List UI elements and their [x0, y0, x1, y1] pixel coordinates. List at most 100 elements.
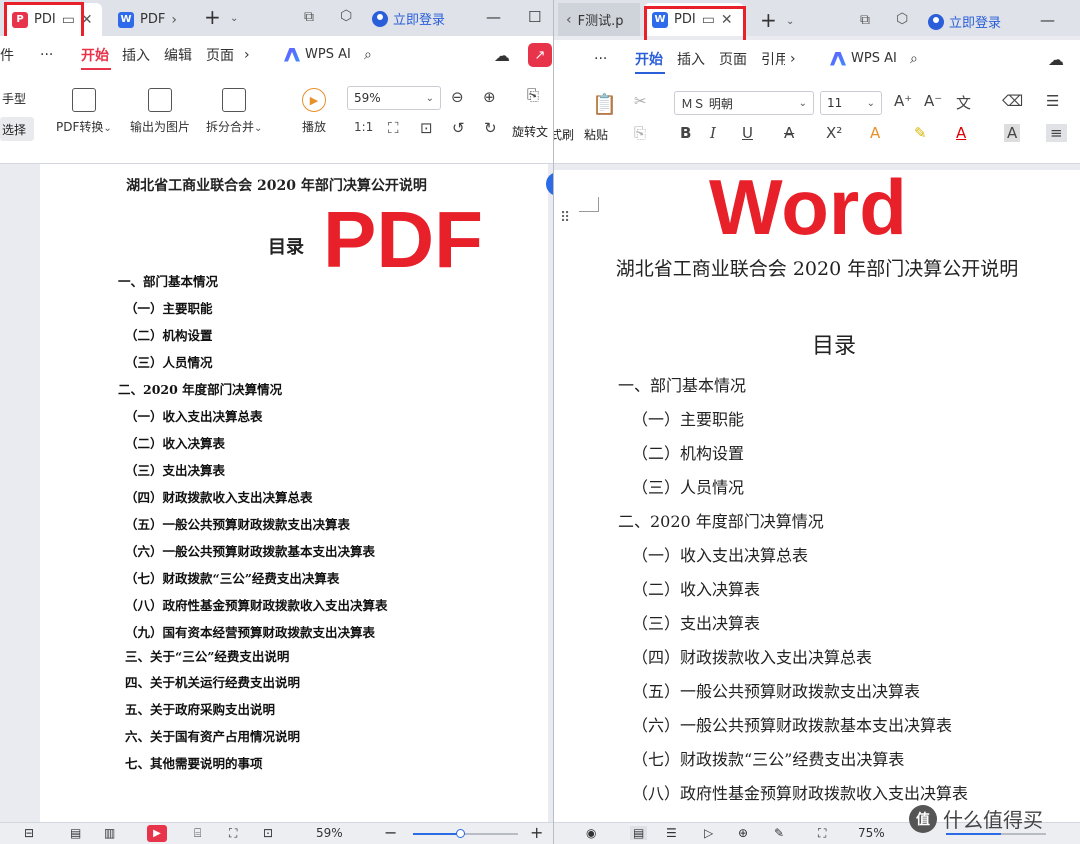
- pdf-other-tab[interactable]: W PDF ›: [110, 3, 190, 36]
- play-button[interactable]: ▶ 播放: [302, 88, 326, 135]
- slideshow-icon[interactable]: ▶: [147, 825, 167, 842]
- font-color-icon[interactable]: A: [956, 124, 966, 142]
- zoom-in-icon[interactable]: +: [530, 823, 543, 842]
- fit-icon[interactable]: ⛶: [229, 826, 237, 841]
- hand-tool-button[interactable]: 手型: [2, 90, 26, 107]
- prev-tab[interactable]: ‹ F测试.p: [558, 3, 640, 36]
- rotate-right-icon[interactable]: ↻: [484, 119, 497, 137]
- zoom-out-icon[interactable]: ⊖: [451, 88, 464, 106]
- web-view-icon[interactable]: ⊕: [738, 826, 748, 840]
- crop-icon[interactable]: ⊡: [263, 826, 273, 840]
- italic-icon[interactable]: I: [710, 124, 716, 142]
- fit-icon[interactable]: ⛶: [818, 826, 826, 841]
- new-tab-icon[interactable]: +: [760, 8, 777, 32]
- paste-button[interactable]: 粘贴: [584, 126, 608, 143]
- fit-page-icon[interactable]: ⛶: [388, 119, 399, 137]
- search-icon[interactable]: ⌕: [910, 51, 918, 67]
- single-page-icon[interactable]: ▤: [70, 826, 81, 840]
- pdf-convert-button[interactable]: PDF转换⌄: [56, 88, 112, 135]
- menu-insert[interactable]: 插入: [677, 49, 705, 69]
- bold-icon[interactable]: B: [680, 124, 691, 142]
- page-layout-icon[interactable]: ⊟: [24, 826, 34, 840]
- cloud-upload-icon[interactable]: ☁: [1048, 50, 1064, 69]
- menu-start[interactable]: 开始: [81, 45, 109, 65]
- strikethrough-icon[interactable]: A: [784, 124, 794, 142]
- toc-item: （六）一般公共预算财政拨款基本支出决算表: [125, 544, 376, 559]
- phonetic-icon[interactable]: 文: [956, 92, 971, 113]
- pen-icon[interactable]: ✎: [774, 826, 784, 840]
- menu-insert[interactable]: 插入: [122, 45, 150, 65]
- menu-more[interactable]: ···: [40, 47, 53, 63]
- font-family-select[interactable]: ＭＳ 明朝 ⌄: [674, 91, 814, 115]
- cube-icon[interactable]: ⬡: [896, 11, 908, 27]
- wps-ai-button[interactable]: WPS AI: [284, 47, 351, 62]
- window-mode-icon[interactable]: ⧉: [304, 9, 314, 25]
- menu-page[interactable]: 页面: [719, 49, 747, 69]
- bookmark-icon[interactable]: ⌸: [194, 826, 201, 841]
- font-size-select[interactable]: 11 ⌄: [820, 91, 882, 115]
- maximize-icon[interactable]: ☐: [528, 8, 541, 26]
- outline-view-icon[interactable]: ☰: [666, 826, 677, 840]
- chevron-down-icon[interactable]: ⌄: [786, 16, 794, 27]
- align-left-icon[interactable]: ≡: [1046, 124, 1067, 142]
- export-image-button[interactable]: 输出为图片: [130, 88, 190, 135]
- zoom-in-icon[interactable]: ⊕: [483, 88, 496, 106]
- shrink-font-icon[interactable]: A⁻: [924, 92, 942, 110]
- minimize-icon[interactable]: —: [1040, 11, 1055, 29]
- watermark-logo-icon: 值: [909, 804, 937, 833]
- clipboard-icon[interactable]: 📋: [592, 92, 617, 116]
- menu-reference[interactable]: 引用: [761, 49, 785, 69]
- char-shading-icon[interactable]: A: [1004, 124, 1021, 142]
- format-brush-button[interactable]: 式刷: [554, 126, 574, 143]
- two-page-icon[interactable]: ▥: [104, 826, 115, 840]
- chevron-right-icon[interactable]: ›: [244, 47, 250, 63]
- copy-icon[interactable]: ⎘: [634, 124, 646, 142]
- new-tab-icon[interactable]: +: [204, 5, 221, 29]
- bullet-list-icon[interactable]: ☰: [1046, 92, 1059, 110]
- actual-size-icon[interactable]: 1:1: [354, 120, 373, 134]
- menu-more[interactable]: ···: [594, 51, 607, 67]
- chevron-left-icon[interactable]: ‹: [566, 12, 572, 28]
- login-button[interactable]: 立即登录: [928, 12, 1001, 31]
- chevron-right-icon[interactable]: ›: [790, 51, 796, 67]
- clear-format-icon[interactable]: ⌫: [1002, 92, 1023, 110]
- drag-handle-icon[interactable]: ⠿: [560, 210, 570, 226]
- underline-icon[interactable]: U: [742, 124, 753, 142]
- rotate-doc-icon[interactable]: ⎘: [527, 86, 539, 104]
- zoom-select[interactable]: 59% ⌄: [347, 86, 441, 110]
- toc-heading: 目录: [268, 237, 304, 258]
- play-icon[interactable]: ▷: [704, 826, 713, 840]
- zoom-slider-knob[interactable]: [456, 829, 466, 838]
- menu-file[interactable]: 件: [0, 45, 14, 65]
- word-window: ‹ F测试.p W PDI ▭ ✕ + ⌄ ⧉ ⬡ 立即登录 — ··· 开始 …: [553, 0, 1080, 844]
- rotate-left-icon[interactable]: ↺: [452, 119, 465, 137]
- toc-item: （八）政府性基金预算财政拨款收入支出决算表: [632, 784, 969, 803]
- window-mode-icon[interactable]: ⧉: [860, 12, 870, 28]
- menu-edit[interactable]: 编辑: [164, 45, 192, 65]
- fit-width-icon[interactable]: ⊡: [420, 119, 433, 137]
- zoom-out-icon[interactable]: −: [384, 823, 397, 842]
- minimize-icon[interactable]: —: [486, 8, 501, 26]
- share-button[interactable]: ↗: [528, 43, 552, 67]
- play-icon: ▶: [302, 88, 326, 112]
- cut-icon[interactable]: ✂: [634, 92, 647, 110]
- superscript-icon[interactable]: X²: [826, 124, 842, 142]
- page-view-icon[interactable]: ▤: [630, 826, 648, 840]
- wps-ai-button[interactable]: WPS AI: [830, 51, 897, 66]
- text-effect-icon[interactable]: A: [870, 124, 880, 142]
- select-tool-button[interactable]: 选择: [0, 117, 34, 141]
- cube-icon[interactable]: ⬡: [340, 8, 352, 24]
- highlight-icon[interactable]: ✎: [914, 124, 927, 142]
- split-merge-button[interactable]: 拆分合并⌄: [206, 88, 262, 135]
- chevron-down-icon[interactable]: ⌄: [230, 13, 238, 24]
- menu-start[interactable]: 开始: [635, 49, 663, 69]
- cloud-upload-icon[interactable]: ☁: [494, 46, 510, 65]
- chevron-right-icon[interactable]: ›: [171, 12, 177, 28]
- rotate-text-button[interactable]: 旋转文: [512, 123, 548, 140]
- search-icon[interactable]: ⌕: [364, 47, 372, 63]
- login-button[interactable]: 立即登录: [372, 9, 445, 28]
- menu-page[interactable]: 页面: [206, 45, 234, 65]
- split-merge-label: 拆分合并: [206, 120, 255, 134]
- grow-font-icon[interactable]: A⁺: [894, 92, 912, 110]
- eye-icon[interactable]: ◉: [586, 826, 596, 840]
